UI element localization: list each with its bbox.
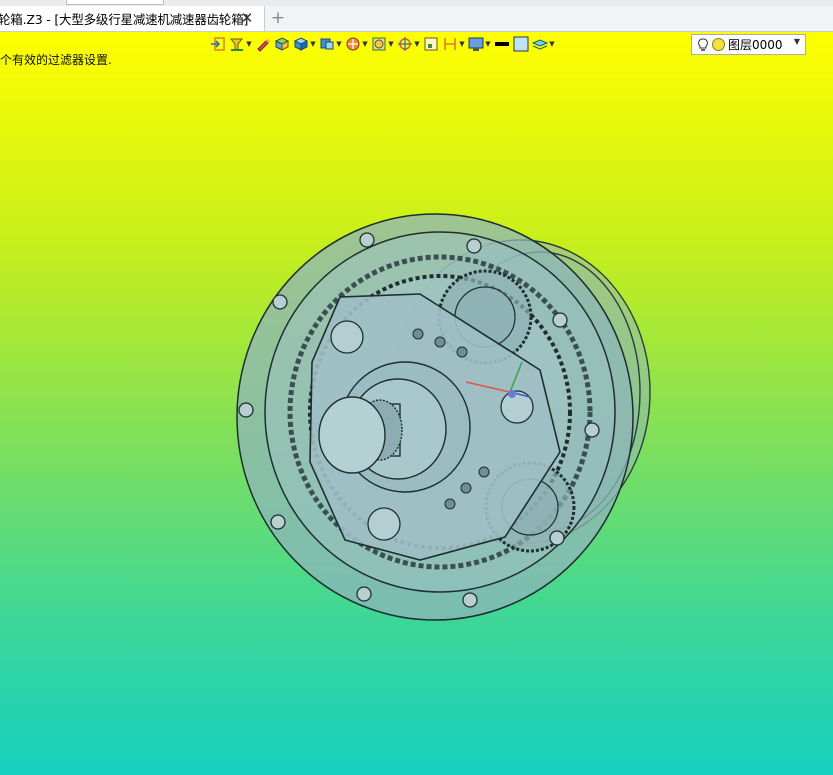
chevron-down-icon[interactable]: ▼	[336, 40, 342, 48]
chevron-down-icon[interactable]: ▼	[246, 40, 252, 48]
close-icon[interactable]: ✕	[240, 10, 254, 26]
chevron-down-icon[interactable]: ▼	[310, 40, 316, 48]
view-toolbar: ▼ ▼ ▼ ▼ ▼ ▼ ▼ ▼ ▼	[210, 33, 558, 55]
filter-icon	[229, 38, 244, 51]
line-color-button[interactable]	[494, 33, 510, 55]
filter-button[interactable]: ▼	[229, 33, 252, 55]
chevron-down-icon[interactable]: ▼	[485, 40, 491, 48]
chevron-down-icon[interactable]: ▼	[414, 40, 420, 48]
chevron-down-icon[interactable]: ▼	[459, 40, 465, 48]
display-icon	[468, 37, 484, 51]
layer-name: 图层0000	[728, 38, 783, 52]
render-mode-button[interactable]: ▼	[371, 33, 394, 55]
filter-status-message: 个有效的过滤器设置.	[0, 53, 112, 67]
exit-button[interactable]	[210, 33, 226, 55]
dimension-button[interactable]: ▼	[442, 33, 465, 55]
dimension-icon	[444, 38, 456, 50]
fill-color-icon	[513, 36, 529, 52]
shaded-view-button[interactable]: ▼	[293, 33, 316, 55]
new-tab-icon[interactable]: +	[270, 10, 286, 27]
chevron-down-icon[interactable]: ▼	[388, 40, 394, 48]
chevron-down-icon[interactable]: ▼	[362, 40, 368, 48]
pencil-button[interactable]	[255, 33, 271, 55]
pick-point-button[interactable]: ▼	[397, 33, 420, 55]
view-orientation-button[interactable]: ▼	[319, 33, 342, 55]
shaded-box-icon	[293, 37, 309, 51]
frame-icon	[424, 37, 438, 51]
top-strip-field[interactable]	[66, 0, 164, 5]
document-tab-bar: 轮箱.Z3 - [大型多级行星减速机减速器齿轮箱] ✕ +	[0, 6, 833, 32]
3d-viewport[interactable]: 个有效的过滤器设置. ▼ ▼ ▼ ▼ ▼ ▼ ▼ ▼ ▼ 图层0000 ▼	[0, 32, 833, 775]
layer-color-swatch	[712, 38, 725, 51]
planetary-gearbox-model	[236, 213, 651, 621]
layers-icon	[532, 39, 548, 50]
document-tab[interactable]: 轮箱.Z3 - [大型多级行星减速机减速器齿轮箱] ✕	[0, 6, 265, 31]
render-mode-icon	[372, 37, 386, 51]
display-button[interactable]: ▼	[468, 33, 491, 55]
crosshair-icon	[398, 37, 412, 51]
solid-view-button[interactable]	[274, 33, 290, 55]
chevron-down-icon[interactable]: ▼	[549, 40, 555, 48]
pencil-icon	[257, 39, 270, 52]
zoom-frame-button[interactable]	[423, 33, 439, 55]
view-box-icon	[320, 38, 334, 50]
section-icon	[346, 37, 360, 51]
line-color-icon	[495, 42, 509, 46]
chevron-down-icon[interactable]: ▼	[794, 37, 800, 46]
document-tab-title: 轮箱.Z3 - [大型多级行星减速机减速器齿轮箱]	[0, 12, 249, 27]
solid-box-icon	[274, 37, 290, 51]
layers-button[interactable]: ▼	[532, 33, 555, 55]
layer-selector[interactable]: 图层0000 ▼	[691, 34, 806, 55]
fill-color-button[interactable]	[513, 33, 529, 55]
lightbulb-icon[interactable]	[697, 38, 709, 52]
exit-icon	[211, 37, 225, 51]
section-view-button[interactable]: ▼	[345, 33, 368, 55]
